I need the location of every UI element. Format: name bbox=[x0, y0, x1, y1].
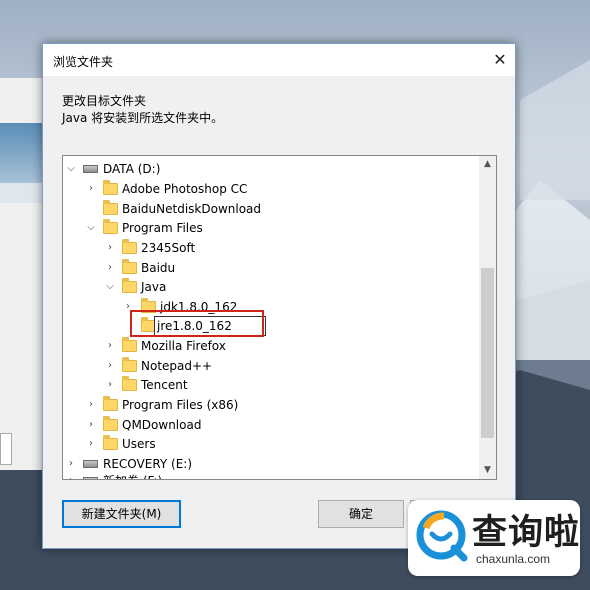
close-icon[interactable]: ✕ bbox=[485, 44, 515, 76]
instruction-text: Java 将安装到所选文件夹中。 bbox=[62, 111, 224, 125]
highlight-box bbox=[130, 310, 264, 337]
tree-item-label: Adobe Photoshop CC bbox=[122, 182, 248, 196]
drive-icon bbox=[83, 460, 98, 468]
instruction-heading: 更改目标文件夹 bbox=[62, 94, 147, 108]
chevron-right-icon[interactable]: › bbox=[65, 471, 77, 479]
scroll-thumb[interactable] bbox=[481, 268, 494, 438]
chevron-right-icon[interactable]: › bbox=[104, 258, 116, 278]
vertical-scrollbar[interactable]: ▲ ▼ bbox=[479, 156, 496, 479]
tree-item-label: Tencent bbox=[141, 378, 188, 392]
folder-icon bbox=[103, 396, 118, 411]
folder-icon bbox=[122, 376, 137, 391]
title-bar: 浏览文件夹 ✕ bbox=[43, 44, 515, 76]
chevron-right-icon[interactable]: › bbox=[104, 336, 116, 356]
chevron-right-icon[interactable]: › bbox=[104, 356, 116, 376]
tree-item-jdk[interactable]: › jdk1.8.0_162 bbox=[63, 297, 477, 317]
folder-icon bbox=[103, 219, 118, 234]
folder-tree[interactable]: ⌵ DATA (D:) › Adobe Photoshop CC BaiduNe… bbox=[62, 155, 497, 480]
folder-icon bbox=[122, 239, 137, 254]
tree-item-label: 2345Soft bbox=[141, 241, 196, 255]
folder-icon bbox=[122, 278, 137, 293]
tree-item-jre[interactable]: jre1.8.0_162 bbox=[63, 316, 477, 336]
chevron-right-icon[interactable]: › bbox=[85, 415, 97, 435]
tree-item-notepad[interactable]: › Notepad++ bbox=[63, 356, 477, 376]
ok-button[interactable]: 确定 bbox=[318, 500, 404, 528]
tree-item-baidu[interactable]: › Baidu bbox=[63, 258, 477, 278]
chevron-right-icon[interactable]: › bbox=[85, 179, 97, 199]
magnifier-logo-icon bbox=[416, 510, 468, 562]
tree-item-baidunetdisk[interactable]: BaiduNetdiskDownload bbox=[63, 199, 477, 219]
tree-item-2345soft[interactable]: › 2345Soft bbox=[63, 238, 477, 258]
folder-icon bbox=[122, 337, 137, 352]
tree-item-data-drive[interactable]: ⌵ DATA (D:) bbox=[63, 159, 477, 179]
tree-item-label: BaiduNetdiskDownload bbox=[122, 202, 262, 216]
drive-icon bbox=[83, 477, 98, 479]
tree-item-label: QMDownload bbox=[122, 418, 202, 432]
folder-icon bbox=[103, 200, 118, 215]
tree-item-program-files-x86[interactable]: › Program Files (x86) bbox=[63, 395, 477, 415]
tree-item-adobe-photoshop[interactable]: › Adobe Photoshop CC bbox=[63, 179, 477, 199]
watermark-logo: 查询啦 chaxunla.com bbox=[408, 500, 580, 576]
tree-item-label: Program Files (x86) bbox=[122, 398, 239, 412]
tree-item-users[interactable]: › Users bbox=[63, 434, 477, 454]
tree-item-java[interactable]: ⌵ Java bbox=[63, 277, 477, 297]
chevron-right-icon[interactable]: › bbox=[104, 375, 116, 395]
folder-icon bbox=[122, 259, 137, 274]
folder-icon bbox=[103, 180, 118, 195]
scroll-down-icon[interactable]: ▼ bbox=[479, 462, 496, 479]
tree-item-f-drive[interactable]: › 新加卷 (F:) bbox=[63, 471, 477, 479]
drive-icon bbox=[83, 165, 98, 173]
tree-item-program-files[interactable]: ⌵ Program Files bbox=[63, 218, 477, 238]
tree-item-label: 新加卷 (F:) bbox=[103, 471, 162, 479]
folder-icon bbox=[122, 357, 137, 372]
tree-item-qmdownload[interactable]: › QMDownload bbox=[63, 415, 477, 435]
background-window-strip bbox=[0, 183, 48, 203]
folder-icon bbox=[103, 416, 118, 431]
chevron-right-icon[interactable]: › bbox=[85, 395, 97, 415]
tree-item-label: Baidu bbox=[141, 261, 176, 275]
chevron-right-icon[interactable]: › bbox=[104, 238, 116, 258]
background-window-banner bbox=[0, 123, 48, 183]
chevron-right-icon[interactable]: › bbox=[85, 434, 97, 454]
tree-item-label: DATA (D:) bbox=[103, 162, 161, 176]
dialog-title: 浏览文件夹 bbox=[53, 55, 114, 69]
new-folder-button[interactable]: 新建文件夹(M) bbox=[62, 500, 181, 528]
scroll-up-icon[interactable]: ▲ bbox=[479, 156, 496, 173]
tree-item-label: Mozilla Firefox bbox=[141, 339, 226, 353]
tree-item-tencent[interactable]: › Tencent bbox=[63, 375, 477, 395]
tree-item-label: Notepad++ bbox=[141, 359, 213, 373]
tree-item-label: Java bbox=[141, 280, 167, 294]
browse-folder-dialog: 浏览文件夹 ✕ 更改目标文件夹 Java 将安装到所选文件夹中。 ⌵ DATA … bbox=[42, 43, 516, 549]
chevron-down-icon[interactable]: ⌵ bbox=[85, 218, 97, 238]
folder-icon bbox=[103, 435, 118, 450]
tree-item-label: Users bbox=[122, 437, 156, 451]
chevron-down-icon[interactable]: ⌵ bbox=[65, 159, 77, 179]
tree-item-mozilla-firefox[interactable]: › Mozilla Firefox bbox=[63, 336, 477, 356]
chevron-down-icon[interactable]: ⌵ bbox=[104, 277, 116, 297]
tree-item-label: Program Files bbox=[122, 221, 203, 235]
background-window-control bbox=[0, 433, 12, 465]
watermark-brand-url: chaxunla.com bbox=[476, 552, 551, 566]
watermark-brand-cn: 查询啦 bbox=[472, 513, 581, 553]
